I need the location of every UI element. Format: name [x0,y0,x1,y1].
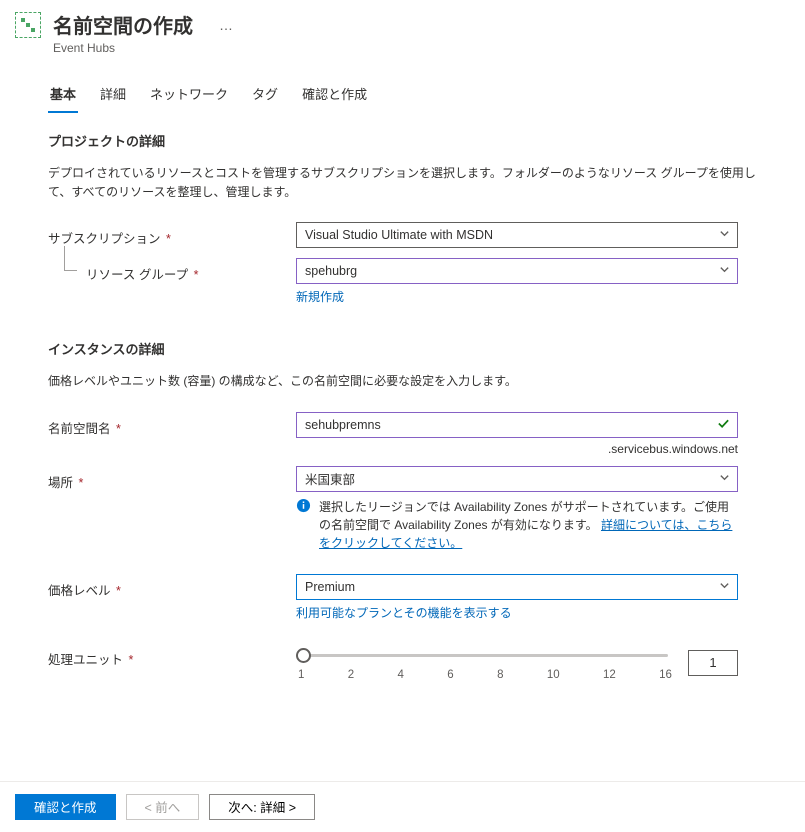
tabs: 基本 詳細 ネットワーク タグ 確認と作成 [0,60,805,113]
info-icon [296,498,311,552]
resource-group-select[interactable]: spehubrg [296,258,738,284]
namespace-label: 名前空間名 * [48,412,296,437]
page-subtitle: Event Hubs [53,41,193,55]
chevron-down-icon [719,472,730,486]
footer: 確認と作成 < 前へ 次へ: 詳細 > [0,781,805,832]
instance-section-title: インスタンスの詳細 [48,339,757,358]
instance-section-desc: 価格レベルやユニット数 (容量) の構成など、この名前空間に必要な設定を入力しま… [48,372,757,391]
units-slider[interactable] [296,645,674,669]
pricing-label: 価格レベル * [48,574,296,599]
project-section-desc: デプロイされているリソースとコストを管理するサブスクリプションを選択します。フォ… [48,164,757,202]
subscription-select[interactable]: Visual Studio Ultimate with MSDN [296,222,738,248]
new-resource-group-link[interactable]: 新規作成 [296,290,344,304]
location-label: 場所 * [48,466,296,491]
slider-ticks: 1 2 4 6 8 10 12 16 [296,669,674,681]
next-button[interactable]: 次へ: 詳細 > [209,794,315,820]
namespace-suffix: .servicebus.windows.net [296,442,738,456]
tab-tags[interactable]: タグ [250,78,280,113]
pricing-plans-link[interactable]: 利用可能なプランとその機能を表示する [296,606,512,620]
tab-network[interactable]: ネットワーク [148,78,230,113]
eventhubs-icon [15,12,41,38]
location-select[interactable]: 米国東部 [296,466,738,492]
project-section-title: プロジェクトの詳細 [48,131,757,150]
pricing-select[interactable]: Premium [296,574,738,600]
tab-advanced[interactable]: 詳細 [98,78,128,113]
subscription-label: サブスクリプション * [48,222,296,247]
page-title: 名前空間の作成 [53,10,193,39]
valid-check-icon [717,417,730,433]
namespace-input[interactable]: sehubpremns [296,412,738,438]
resource-group-label: リソース グループ * [48,258,296,283]
page-header: 名前空間の作成 Event Hubs … [0,0,805,60]
location-info-text: 選択したリージョンでは Availability Zones がサポートされてい… [319,498,738,552]
slider-thumb[interactable] [296,648,311,663]
tab-review[interactable]: 確認と作成 [300,78,369,113]
tab-basic[interactable]: 基本 [48,78,78,113]
units-value[interactable]: 1 [688,650,738,676]
units-label: 処理ユニット * [48,643,296,668]
review-create-button[interactable]: 確認と作成 [15,794,116,820]
previous-button: < 前へ [126,794,200,820]
chevron-down-icon [719,228,730,242]
chevron-down-icon [719,580,730,594]
more-button[interactable]: … [219,10,233,33]
chevron-down-icon [719,264,730,278]
